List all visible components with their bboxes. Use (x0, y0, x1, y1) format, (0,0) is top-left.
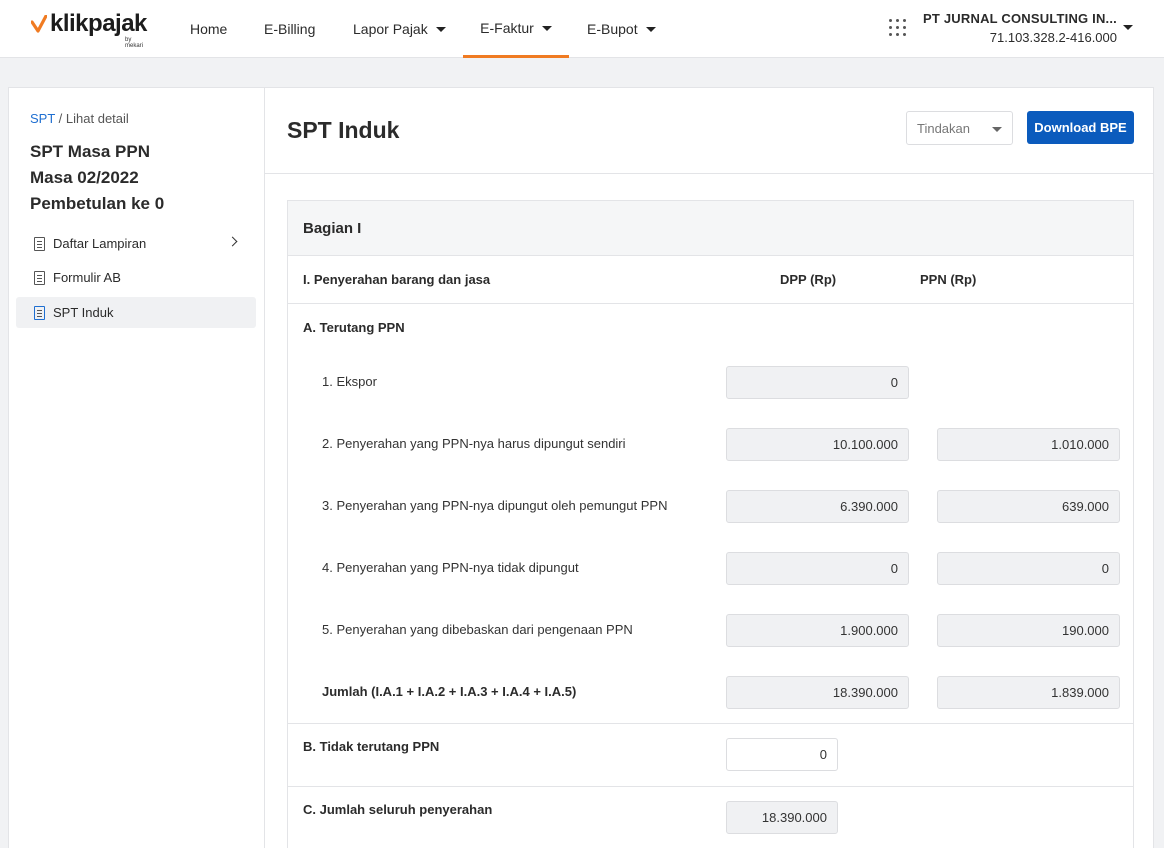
sidebar-item-label: Daftar Lampiran (53, 236, 147, 251)
logo-sub: by mekari (125, 37, 144, 49)
download-bpe-button[interactable]: Download BPE (1027, 111, 1134, 144)
group-c-label: C. Jumlah seluruh penyerahan (303, 802, 493, 817)
breadcrumb: SPT / Lihat detail (30, 111, 129, 126)
dpp-field-row-4: 0 (726, 552, 909, 585)
column-header-row: I. Penyerahan barang dan jasa DPP (Rp) P… (288, 256, 1133, 304)
column-header-ppn: PPN (Rp) (920, 272, 977, 287)
dpp-field-row-5: 1.900.000 (726, 614, 909, 647)
row-label: 5. Penyerahan yang dibebaskan dari penge… (322, 622, 633, 637)
divider (288, 786, 1133, 787)
dpp-field-row-3: 6.390.000 (726, 490, 909, 523)
top-navbar: klikpajak by mekari Home E-Billing Lapor… (0, 0, 1164, 58)
tindakan-dropdown[interactable]: Tindakan (906, 111, 1013, 145)
main-header: SPT Induk Tindakan Download BPE (265, 88, 1153, 174)
company-name: PT JURNAL CONSULTING IN... (923, 11, 1117, 26)
caret-down-icon (541, 25, 552, 31)
sidebar-item-spt-induk[interactable]: SPT Induk (16, 297, 256, 328)
caret-down-icon (992, 127, 1002, 132)
nav-e-bupot[interactable]: E-Bupot (587, 0, 656, 58)
group-a-label: A. Terutang PPN (303, 320, 405, 335)
nav-lapor-pajak-label: Lapor Pajak (353, 21, 428, 37)
caret-down-icon (645, 27, 656, 32)
divider (288, 723, 1133, 724)
jumlah-ppn-field: 1.839.000 (937, 676, 1120, 709)
company-npwp: 71.103.328.2-416.000 (989, 30, 1117, 45)
dpp-field-ekspor: 0 (726, 366, 909, 399)
document-icon (34, 305, 45, 320)
jumlah-label: Jumlah (I.A.1 + I.A.2 + I.A.3 + I.A.4 + … (322, 684, 577, 699)
sidebar-item-label: Formulir AB (53, 270, 121, 285)
nav-e-bupot-label: E-Bupot (587, 21, 638, 37)
ppn-field-row-3: 639.000 (937, 490, 1120, 523)
sidebar-item-daftar-lampiran[interactable]: Daftar Lampiran (16, 228, 256, 259)
sidebar: SPT / Lihat detail SPT Masa PPN Masa 02/… (8, 87, 264, 848)
nav-e-billing[interactable]: E-Billing (264, 0, 315, 58)
row-label: 2. Penyerahan yang PPN-nya harus dipungu… (322, 436, 626, 451)
column-header-description: I. Penyerahan barang dan jasa (303, 272, 491, 287)
sidebar-item-formulir-ab[interactable]: Formulir AB (16, 262, 256, 293)
nav-home[interactable]: Home (190, 0, 227, 58)
spt-period-line: Masa 02/2022 (30, 168, 139, 187)
jumlah-seluruh-field: 18.390.000 (726, 801, 838, 834)
group-b-label: B. Tidak terutang PPN (303, 739, 440, 754)
dpp-field-row-2: 10.100.000 (726, 428, 909, 461)
spt-title: SPT Masa PPN Masa 02/2022 Pembetulan ke … (30, 139, 164, 217)
company-switcher[interactable]: PT JURNAL CONSULTING IN... 71.103.328.2-… (923, 9, 1117, 47)
ppn-field-row-2: 1.010.000 (937, 428, 1120, 461)
caret-down-icon (435, 27, 446, 32)
nav-e-faktur-label: E-Faktur (480, 19, 534, 36)
tidak-terutang-input[interactable]: 0 (726, 738, 838, 771)
ppn-field-row-4: 0 (937, 552, 1120, 585)
bagian-i-section: Bagian I I. Penyerahan barang dan jasa D… (287, 200, 1134, 848)
apps-grid-icon[interactable] (889, 19, 907, 37)
check-logo-icon (31, 15, 47, 33)
row-label: 3. Penyerahan yang PPN-nya dipungut oleh… (322, 498, 668, 513)
list-icon (34, 236, 45, 251)
breadcrumb-current: Lihat detail (65, 111, 129, 126)
spt-revision-line: Pembetulan ke 0 (30, 194, 165, 213)
row-label: 1. Ekspor (322, 374, 377, 389)
logo-text: klikpajak (50, 10, 147, 37)
section-title: Bagian I (288, 201, 1133, 256)
sidebar-item-label: SPT Induk (53, 305, 114, 320)
document-icon (34, 270, 45, 285)
jumlah-dpp-field: 18.390.000 (726, 676, 909, 709)
tindakan-label: Tindakan (917, 120, 970, 136)
main-panel: SPT Induk Tindakan Download BPE Bagian I… (264, 87, 1154, 848)
column-header-dpp: DPP (Rp) (780, 272, 837, 287)
chevron-down-icon[interactable] (1123, 25, 1133, 30)
breadcrumb-separator: / (55, 111, 66, 126)
row-label: 4. Penyerahan yang PPN-nya tidak dipungu… (322, 560, 579, 575)
spt-title-line: SPT Masa PPN (30, 142, 150, 161)
ppn-field-row-5: 190.000 (937, 614, 1120, 647)
klikpajak-logo[interactable]: klikpajak by mekari (31, 10, 147, 49)
chevron-right-icon (227, 236, 238, 247)
nav-e-billing-label: E-Billing (264, 21, 316, 37)
breadcrumb-spt-link[interactable]: SPT (30, 111, 55, 126)
nav-e-faktur[interactable]: E-Faktur (463, 0, 569, 58)
nav-lapor-pajak[interactable]: Lapor Pajak (353, 0, 446, 58)
page-title: SPT Induk (287, 117, 400, 143)
nav-home-label: Home (190, 21, 228, 37)
